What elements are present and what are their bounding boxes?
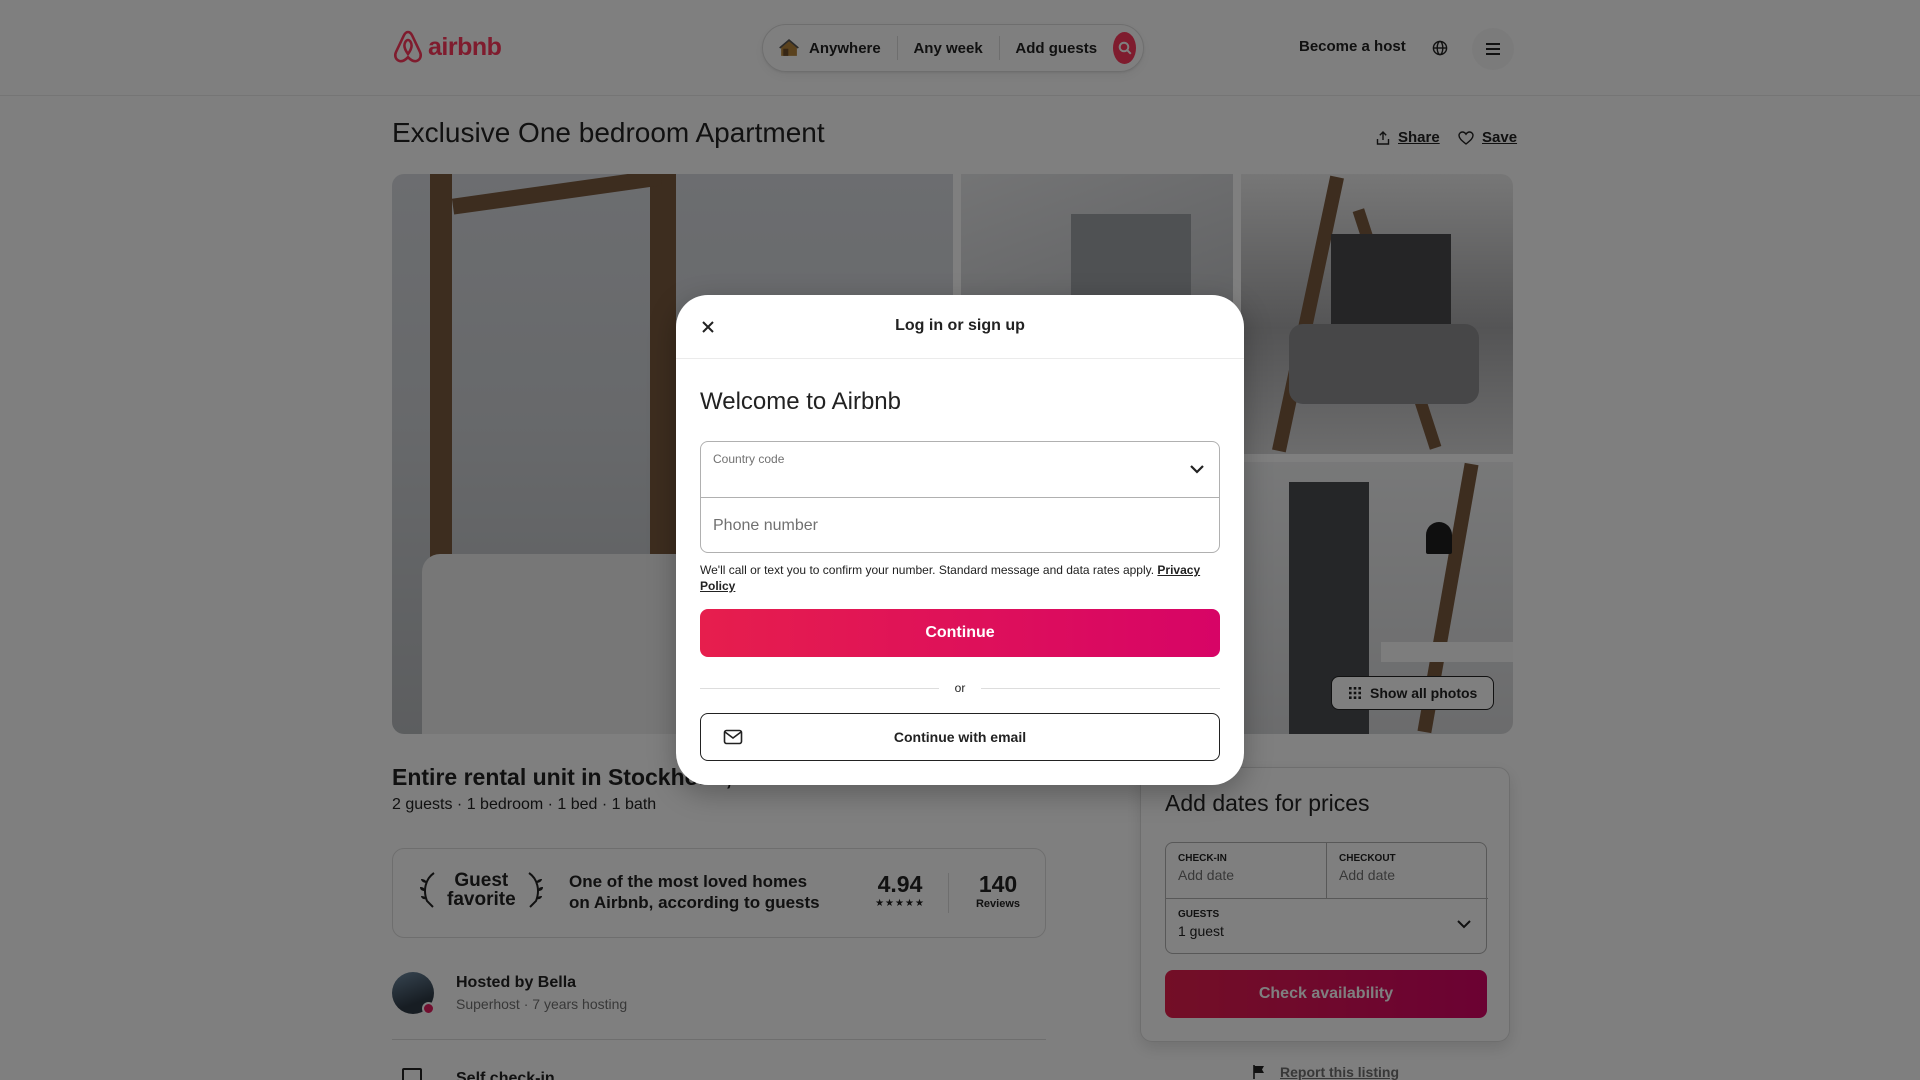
- disclaimer-text: We'll call or text you to confirm your n…: [700, 562, 1220, 594]
- login-modal: Log in or sign up Welcome to Airbnb Coun…: [676, 295, 1244, 785]
- phone-field[interactable]: [701, 498, 1219, 554]
- envelope-icon: [723, 729, 743, 745]
- phone-form: Country code: [700, 441, 1220, 554]
- continue-button[interactable]: Continue: [700, 609, 1220, 657]
- or-divider: or: [700, 680, 1221, 696]
- disclaimer-body: We'll call or text you to confirm your n…: [700, 563, 1158, 577]
- modal-title: Log in or sign up: [895, 317, 1025, 334]
- continue-with-email-label: Continue with email: [893, 729, 1027, 745]
- modal-header: Log in or sign up: [676, 295, 1244, 359]
- continue-with-email-button[interactable]: Continue with email: [700, 713, 1220, 761]
- phone-number-input[interactable]: [701, 498, 1219, 554]
- or-line: [981, 687, 1221, 689]
- welcome-heading: Welcome to Airbnb: [700, 388, 901, 415]
- chevron-down-icon: [1190, 465, 1204, 474]
- or-label: or: [954, 681, 966, 695]
- country-code-label: Country code: [713, 452, 785, 466]
- country-code-select[interactable]: Country code: [701, 442, 1219, 498]
- or-line: [700, 687, 939, 689]
